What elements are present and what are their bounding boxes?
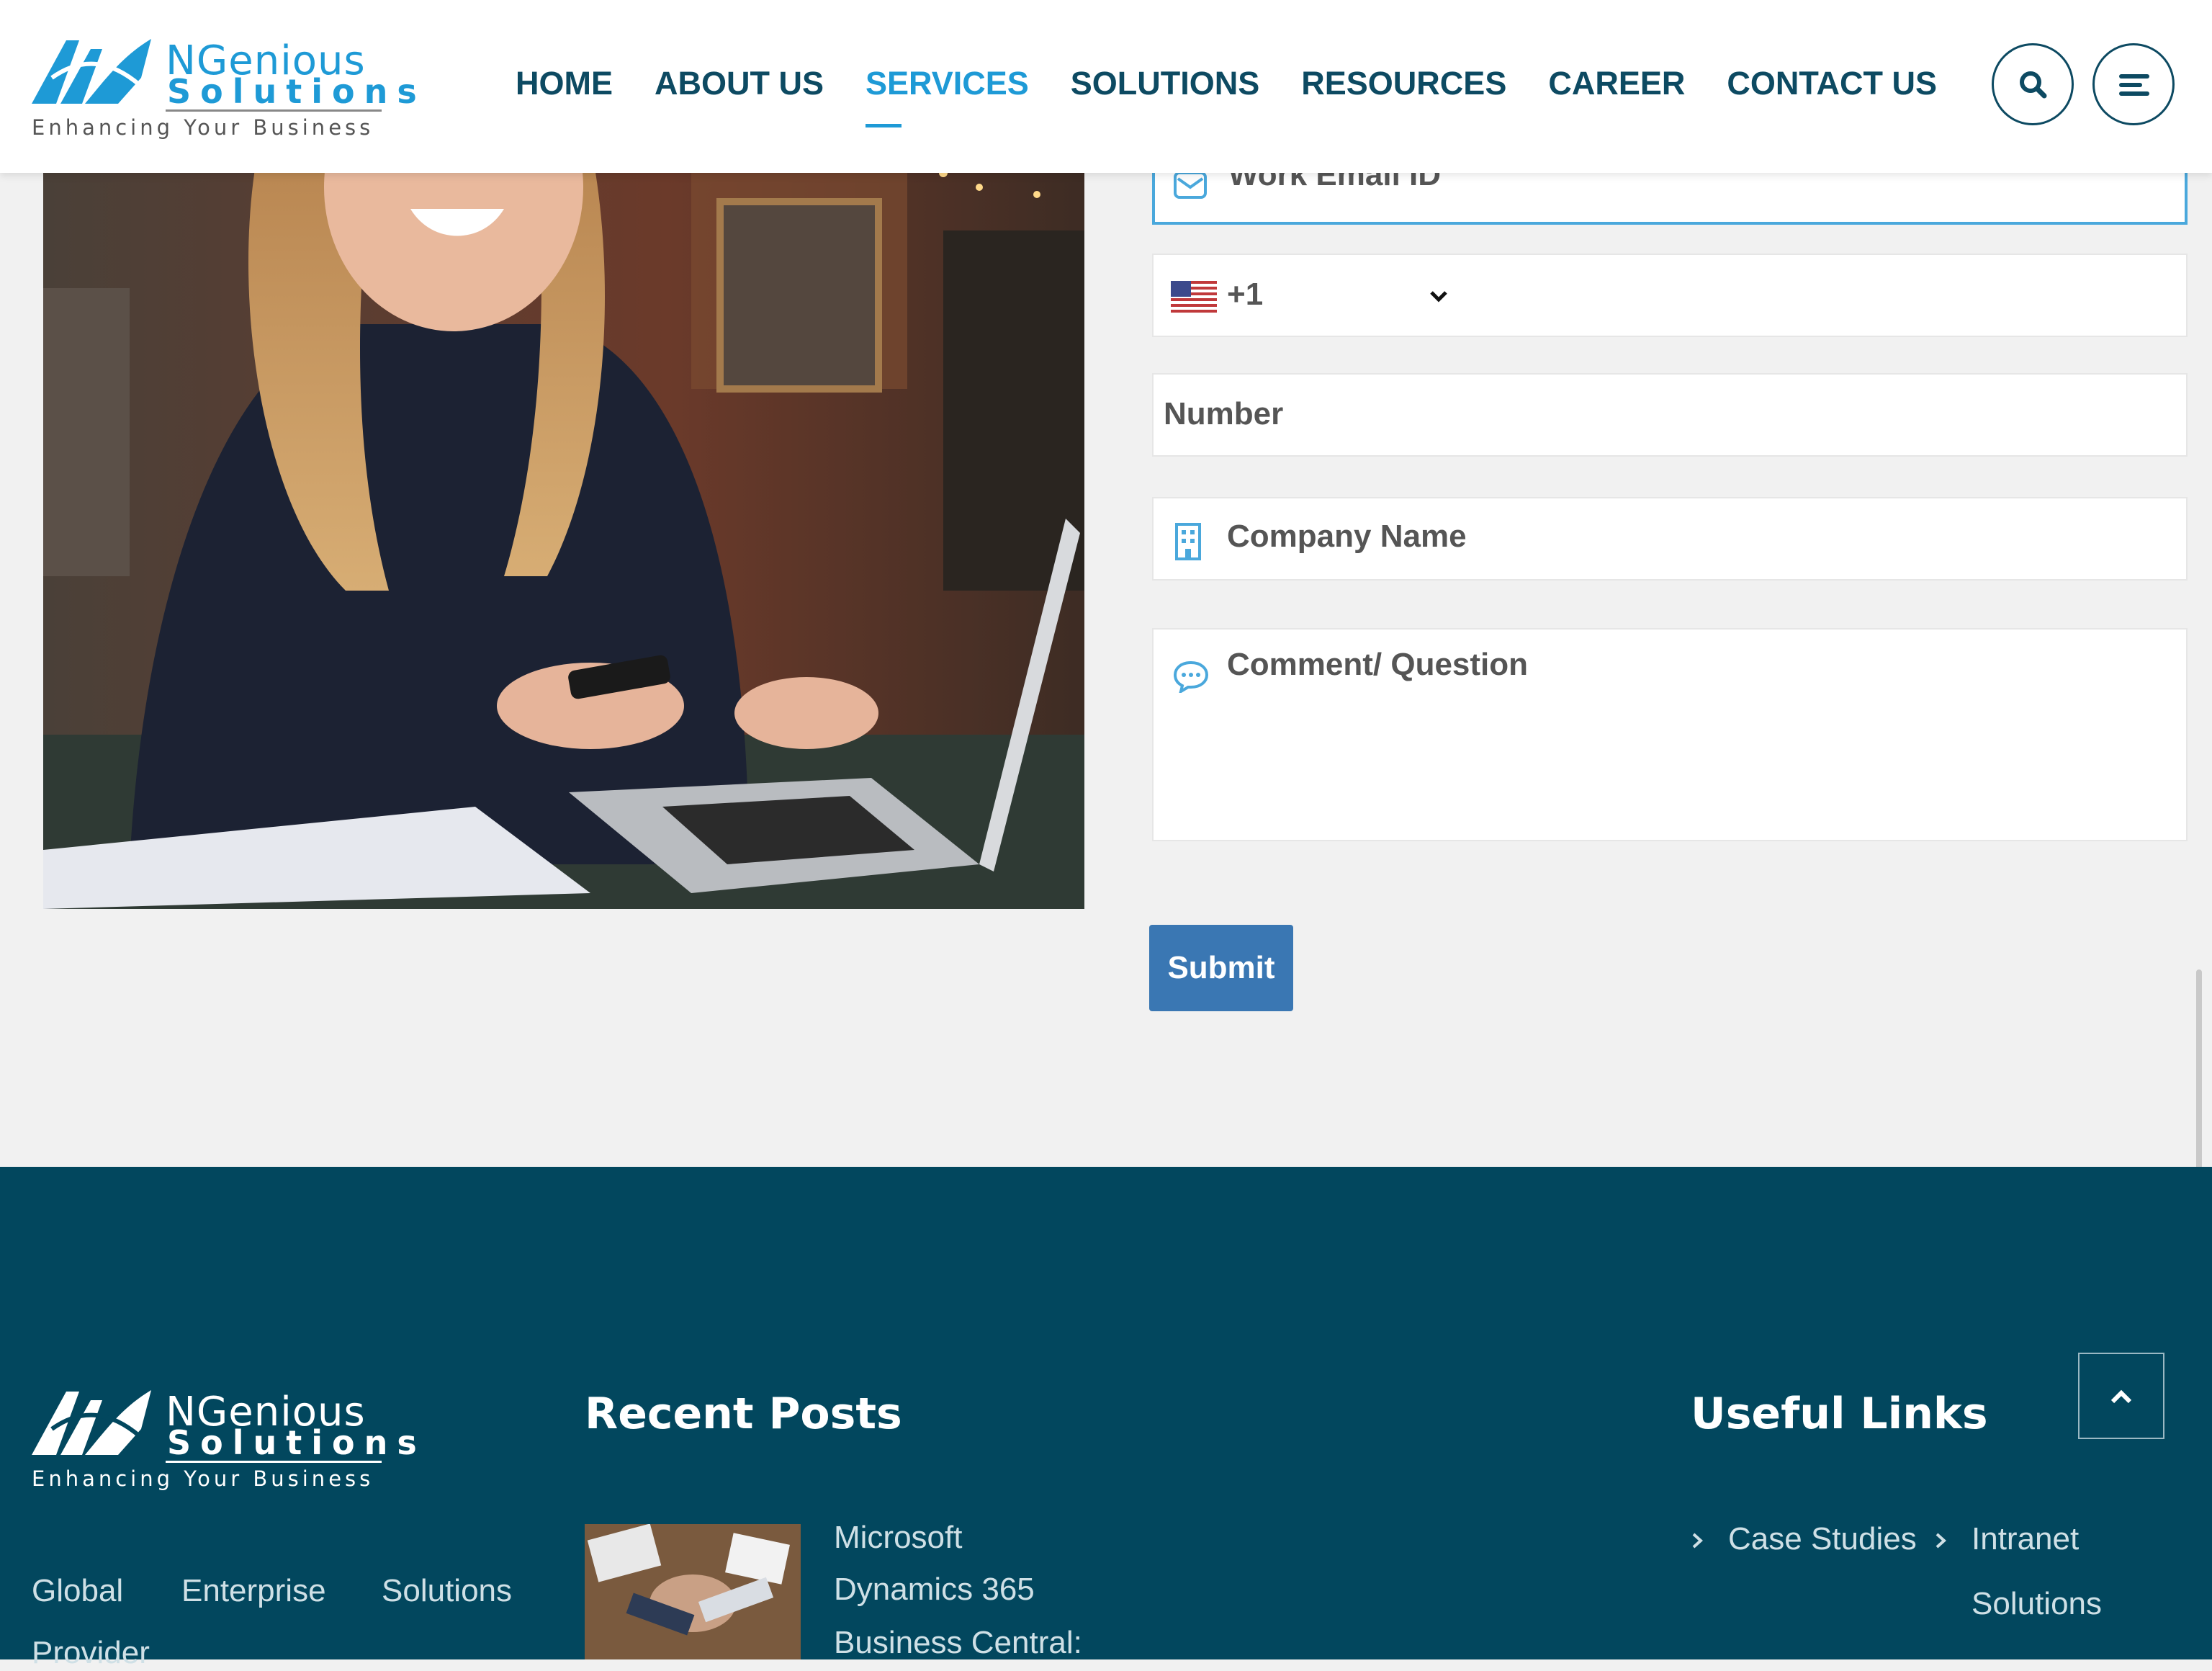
- recent-post-title-line[interactable]: Microsoft: [834, 1520, 962, 1556]
- useful-links-heading: Useful Links: [1691, 1389, 1988, 1439]
- nav-about-us[interactable]: ABOUT US: [655, 65, 824, 102]
- contact-photo: [43, 144, 1084, 909]
- company-name-field[interactable]: Company Name: [1152, 497, 2188, 581]
- nav-home[interactable]: HOME: [516, 65, 613, 102]
- number-field[interactable]: Number: [1152, 373, 2188, 457]
- menu-button[interactable]: [2092, 43, 2175, 125]
- nav-career[interactable]: CAREER: [1548, 65, 1685, 102]
- recent-post-title-line[interactable]: Dynamics 365: [834, 1572, 1035, 1608]
- main-nav: HOME ABOUT US SERVICES SOLUTIONS RESOURC…: [516, 65, 1979, 127]
- woman-with-laptop-image: [43, 144, 1084, 909]
- logo-rule: [166, 109, 382, 112]
- recent-post-thumbnail[interactable]: [585, 1524, 801, 1659]
- logo-mark-icon: [32, 1390, 151, 1455]
- useful-link-case-studies[interactable]: Case Studies: [1728, 1521, 1917, 1557]
- nav-solutions[interactable]: SOLUTIONS: [1071, 65, 1260, 102]
- footer-logo[interactable]: NGenious Solutions Enhancing Your Busine…: [32, 1383, 417, 1497]
- number-placeholder: Number: [1164, 396, 1284, 431]
- country-code: +1: [1227, 277, 1264, 312]
- footer-about-word: Solutions: [382, 1573, 513, 1608]
- useful-link-solutions[interactable]: Solutions: [1972, 1586, 2102, 1622]
- footer-logo-rule: [166, 1461, 382, 1463]
- footer-logo-tagline: Enhancing Your Business: [32, 1466, 374, 1491]
- recent-posts-heading: Recent Posts: [585, 1389, 902, 1439]
- nav-resources[interactable]: RESOURCES: [1301, 65, 1506, 102]
- submit-button[interactable]: Submit: [1149, 925, 1293, 1011]
- comment-placeholder: Comment/ Question: [1227, 647, 1529, 682]
- footer-about-word: Enterprise: [181, 1573, 326, 1608]
- footer-about-word: Global: [32, 1573, 124, 1608]
- comment-field[interactable]: Comment/ Question: [1152, 628, 2188, 841]
- useful-link-intranet[interactable]: Intranet: [1972, 1521, 2079, 1557]
- header-logo[interactable]: NGenious Solutions Enhancing Your Busine…: [32, 32, 417, 145]
- site-header: NGenious Solutions Enhancing Your Busine…: [0, 0, 2212, 173]
- search-icon: [2020, 71, 2047, 99]
- team-hands-image: [585, 1524, 801, 1659]
- menu-icon: [2119, 74, 2149, 96]
- recent-post-title-line[interactable]: Business Central:: [834, 1625, 1082, 1661]
- footer-about-word: Provider: [32, 1635, 150, 1670]
- chevron-down-icon[interactable]: [1426, 284, 1452, 310]
- company-placeholder: Company Name: [1227, 519, 1467, 554]
- search-button[interactable]: [1992, 43, 2074, 125]
- chevron-right-icon: [1692, 1533, 1703, 1549]
- logo-tagline: Enhancing Your Business: [32, 115, 374, 140]
- building-icon: [1175, 523, 1201, 560]
- chevron-up-icon: [2110, 1389, 2132, 1404]
- logo-mark-icon: [32, 39, 151, 104]
- nav-contact-us[interactable]: CONTACT US: [1727, 65, 1937, 102]
- scroll-to-top-button[interactable]: [2078, 1353, 2164, 1439]
- phone-country-field[interactable]: +1: [1152, 254, 2188, 337]
- us-flag-icon: [1171, 281, 1217, 314]
- nav-services[interactable]: SERVICES: [866, 65, 1029, 127]
- chevron-right-icon: [1936, 1533, 1946, 1549]
- footer-logo-brand-sub: Solutions: [167, 1423, 426, 1462]
- logo-brand-sub: Solutions: [167, 72, 426, 111]
- chat-bubble-icon: [1173, 660, 1209, 693]
